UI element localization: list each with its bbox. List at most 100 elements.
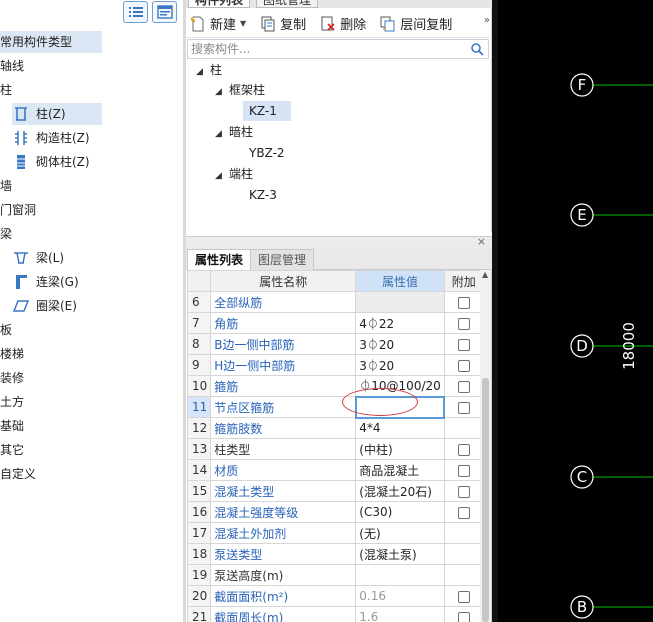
copy-button[interactable]: 复制	[256, 12, 310, 36]
nav-category-earthwork[interactable]: 土方	[0, 391, 24, 413]
extra-checkbox[interactable]	[457, 485, 470, 498]
property-row[interactable]: 19 泵送高度(m)	[186, 564, 484, 586]
tree-node-column-root[interactable]: ◢ 柱	[196, 60, 222, 80]
nav-category-openings[interactable]: 门窗洞	[0, 199, 36, 221]
nav-item-ring-beam[interactable]: 圈梁(E)	[12, 295, 77, 317]
expand-triangle-icon[interactable]: ◢	[215, 166, 229, 186]
extra-cell[interactable]	[443, 606, 484, 622]
extra-cell[interactable]	[443, 312, 484, 334]
extra-checkbox[interactable]	[457, 590, 470, 603]
property-row[interactable]: 18 泵送类型 (混凝土泵)	[186, 543, 484, 565]
property-row[interactable]: 13 柱类型 (中柱)	[186, 438, 484, 460]
tree-leaf-kz-1[interactable]: KZ-1	[243, 101, 291, 121]
extra-cell[interactable]	[443, 375, 484, 397]
extra-checkbox[interactable]	[458, 401, 471, 414]
tab-component-list[interactable]: 构件列表	[188, 0, 251, 8]
property-scrollbar[interactable]: ▲	[480, 270, 491, 622]
extra-checkbox[interactable]	[457, 506, 470, 519]
tree-node-end-column[interactable]: ◢ 端柱	[215, 164, 253, 184]
nav-category-stairs[interactable]: 楼梯	[0, 343, 24, 365]
expand-triangle-icon[interactable]: ◢	[215, 82, 229, 102]
nav-item-structural-column[interactable]: 构造柱(Z)	[12, 127, 90, 149]
nav-category-beam[interactable]: 梁	[0, 223, 12, 245]
tree-leaf-ybz-2[interactable]: YBZ-2	[249, 143, 285, 163]
property-value[interactable]: (C30)	[355, 501, 445, 523]
property-value[interactable]: ⏀10@100/20	[355, 375, 445, 397]
tree-node-frame-column[interactable]: ◢ 框架柱	[215, 80, 265, 100]
extra-cell[interactable]	[443, 354, 484, 376]
nav-category-custom[interactable]: 自定义	[0, 463, 36, 485]
delete-button[interactable]: 删除	[316, 12, 370, 36]
property-row[interactable]: 21 截面周长(m) 1.6	[186, 606, 484, 622]
tree-node-hidden-column[interactable]: ◢ 暗柱	[215, 122, 253, 142]
extra-checkbox[interactable]	[457, 611, 470, 622]
property-row[interactable]: 10 箍筋 ⏀10@100/20	[186, 375, 484, 397]
new-component-button[interactable]: 新建 ▼	[186, 12, 250, 36]
nav-category-axis[interactable]: 轴线	[0, 55, 24, 77]
list-view-button[interactable]	[123, 1, 148, 23]
property-row[interactable]: 15 混凝土类型 (混凝土20石)	[186, 480, 484, 502]
extra-cell[interactable]	[443, 459, 484, 481]
extra-checkbox[interactable]	[457, 317, 470, 330]
extra-cell[interactable]	[443, 291, 484, 313]
detail-view-button[interactable]	[152, 1, 177, 23]
tree-leaf-kz-3[interactable]: KZ-3	[249, 185, 277, 205]
toolbar-overflow-button[interactable]: »	[484, 15, 490, 26]
floor-copy-button[interactable]: 层间复制	[376, 12, 456, 36]
search-input[interactable]	[188, 40, 458, 58]
extra-cell[interactable]	[443, 438, 484, 460]
property-value[interactable]: (混凝土泵)	[355, 543, 445, 565]
property-row[interactable]: 12 箍筋肢数 4*4	[186, 417, 484, 439]
property-name-header[interactable]: 属性名称	[210, 270, 357, 292]
property-value[interactable]: 4*4	[355, 417, 445, 439]
extra-cell[interactable]	[443, 480, 484, 502]
expand-triangle-icon[interactable]: ◢	[215, 124, 229, 144]
property-value[interactable]: 1.6	[355, 606, 445, 622]
extra-checkbox[interactable]	[457, 380, 470, 393]
tab-property-list[interactable]: 属性列表	[187, 249, 252, 270]
search-icon[interactable]	[470, 42, 484, 56]
nav-item-column[interactable]: 柱(Z)	[12, 103, 102, 125]
property-value[interactable]: 商品混凝土	[355, 459, 445, 481]
extra-header[interactable]: 附加	[443, 270, 484, 292]
property-value[interactable]	[355, 564, 445, 586]
nav-item-coupling-beam[interactable]: 连梁(G)	[12, 271, 79, 293]
property-value[interactable]	[354, 395, 446, 419]
extra-checkbox[interactable]	[457, 464, 470, 477]
property-row[interactable]: 9 H边一侧中部筋 3⏀20	[186, 354, 484, 376]
property-value[interactable]: 3⏀20	[355, 354, 445, 376]
drawing-canvas[interactable]: F E D C B 18000	[492, 0, 653, 622]
nav-item-masonry-column[interactable]: 砌体柱(Z)	[12, 151, 90, 173]
scrollbar-thumb[interactable]	[482, 378, 489, 622]
nav-category-wall[interactable]: 墙	[0, 175, 12, 197]
property-value[interactable]: (无)	[355, 522, 445, 544]
extra-cell[interactable]	[443, 396, 484, 418]
nav-category-slab[interactable]: 板	[0, 319, 12, 341]
property-row[interactable]: 20 截面面积(m²) 0.16	[186, 585, 484, 607]
property-row[interactable]: 7 角筋 4⏀22	[186, 312, 484, 334]
expand-triangle-icon[interactable]: ◢	[196, 62, 210, 82]
property-value-header[interactable]: 属性值	[355, 270, 445, 292]
extra-checkbox[interactable]	[457, 359, 470, 372]
canvas-drawing[interactable]: F E D C B 18000	[492, 0, 653, 622]
extra-checkbox[interactable]	[457, 443, 470, 456]
nav-category-column[interactable]: 柱	[0, 79, 12, 101]
tab-drawing-management[interactable]: 图纸管理	[256, 0, 319, 8]
nav-category-common[interactable]: 常用构件类型	[0, 31, 102, 53]
property-row[interactable]: 14 材质 商品混凝土	[186, 459, 484, 481]
property-row[interactable]: 11 节点区箍筋	[186, 395, 484, 419]
extra-checkbox[interactable]	[457, 338, 470, 351]
property-value[interactable]: 3⏀20	[355, 333, 445, 355]
property-row[interactable]: 8 B边一侧中部筋 3⏀20	[186, 333, 484, 355]
property-value[interactable]: (中柱)	[355, 438, 445, 460]
property-row[interactable]: 6 全部纵筋	[186, 291, 484, 313]
nav-category-decoration[interactable]: 装修	[0, 367, 24, 389]
component-search[interactable]	[187, 39, 489, 59]
tab-layer-management[interactable]: 图层管理	[250, 249, 315, 270]
property-value[interactable]: (混凝土20石)	[355, 480, 445, 502]
extra-cell[interactable]	[443, 501, 484, 523]
extra-cell[interactable]	[443, 585, 484, 607]
scroll-up-arrow-icon[interactable]: ▲	[482, 270, 488, 279]
nav-item-beam[interactable]: 梁(L)	[12, 247, 64, 269]
property-value[interactable]: 4⏀22	[355, 312, 445, 334]
